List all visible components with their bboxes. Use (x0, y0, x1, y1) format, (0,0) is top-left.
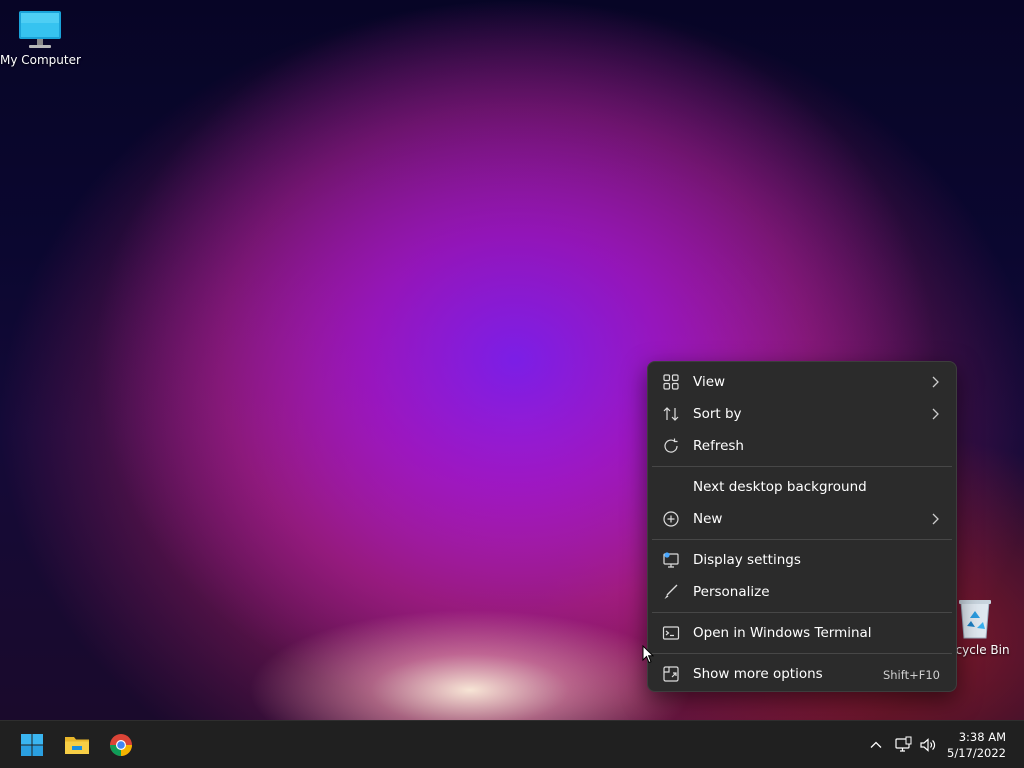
menu-item-new[interactable]: New (652, 503, 952, 535)
menu-item-personalize[interactable]: Personalize (652, 576, 952, 608)
chevron-right-icon (932, 513, 939, 525)
menu-separator (652, 612, 952, 613)
menu-item-view[interactable]: View (652, 366, 952, 398)
menu-item-label: New (693, 511, 723, 527)
refresh-icon (664, 438, 678, 453)
clock-time: 3:38 AM (958, 730, 1006, 744)
menu-item-label: Sort by (693, 406, 742, 422)
more-options-icon (663, 666, 679, 682)
display-settings-icon (663, 552, 679, 568)
desktop-icon-my-computer[interactable]: My Computer (0, 10, 81, 67)
recycle-bin-icon (959, 600, 991, 639)
menu-item-label: Open in Windows Terminal (693, 625, 872, 641)
menu-separator (652, 539, 952, 540)
menu-item-next-desktop-background[interactable]: Next desktop background (652, 471, 952, 503)
chrome-icon (109, 734, 133, 756)
menu-item-label: Next desktop background (693, 479, 867, 495)
desktop[interactable]: My Computer Recycle Bin View Sort by Ref… (0, 0, 1024, 720)
terminal-icon (662, 626, 680, 640)
mouse-cursor-icon (642, 645, 654, 664)
taskbar-clock[interactable]: 3:38 AM 5/17/2022 (936, 729, 1006, 761)
chevron-right-icon (932, 408, 939, 420)
chevron-up-icon[interactable] (866, 735, 886, 755)
plus-circle-icon (663, 511, 679, 527)
menu-item-sort-by[interactable]: Sort by (652, 398, 952, 430)
menu-item-label: Personalize (693, 584, 770, 600)
clock-date: 5/17/2022 (947, 746, 1006, 760)
taskbar-chrome[interactable] (105, 729, 137, 761)
menu-item-label: Refresh (693, 438, 744, 454)
folder-icon (65, 737, 89, 754)
taskbar-file-explorer[interactable] (61, 729, 93, 761)
chevron-right-icon (932, 376, 939, 388)
grid-icon (663, 374, 679, 390)
menu-separator (652, 466, 952, 467)
volume-icon[interactable] (918, 735, 938, 755)
menu-separator (652, 653, 952, 654)
desktop-icon-label: My Computer (0, 53, 81, 67)
windows-logo-icon (21, 734, 43, 756)
menu-item-refresh[interactable]: Refresh (652, 430, 952, 462)
brush-icon (664, 584, 678, 599)
start-button[interactable] (16, 729, 48, 761)
desktop-context-menu: View Sort by Refresh Next desktop backgr… (647, 361, 957, 692)
taskbar: 3:38 AM 5/17/2022 (0, 720, 1024, 768)
menu-item-shortcut: Shift+F10 (882, 668, 940, 682)
monitor-icon (19, 11, 61, 48)
sort-icon (663, 407, 679, 421)
menu-item-label: Display settings (693, 552, 801, 568)
menu-item-open-terminal[interactable]: Open in Windows Terminal (652, 617, 952, 649)
menu-item-label: Show more options (693, 666, 823, 682)
menu-item-show-more-options[interactable]: Show more options Shift+F10 (652, 658, 952, 690)
menu-item-label: View (693, 374, 726, 390)
menu-item-display-settings[interactable]: Display settings (652, 544, 952, 576)
network-icon[interactable] (893, 735, 913, 755)
